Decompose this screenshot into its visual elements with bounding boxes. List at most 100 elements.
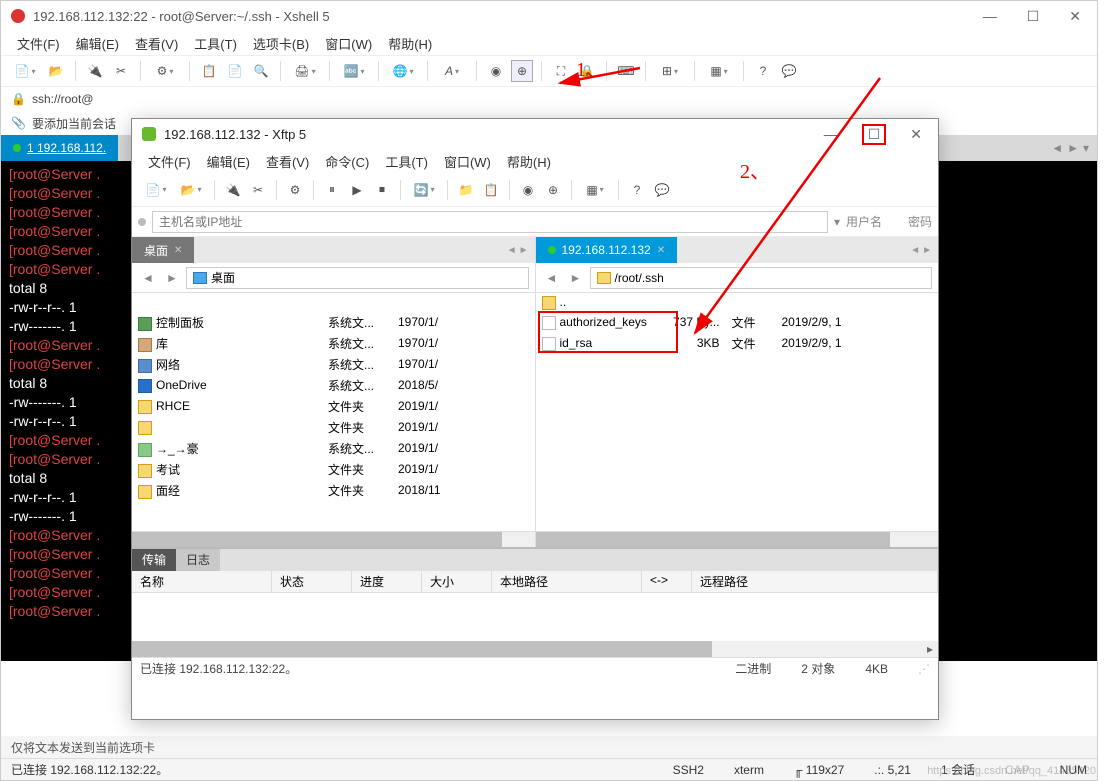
list-item[interactable]: authorized_keys737 By...文件2019/2/9, 1 <box>536 312 939 333</box>
xftp-sync-button[interactable]: 🔄 <box>408 179 440 201</box>
menu-view[interactable]: 查看(V) <box>129 32 184 55</box>
minimize-button[interactable]: — <box>977 6 1003 27</box>
host-input[interactable] <box>152 211 828 233</box>
list-item[interactable] <box>132 293 535 312</box>
host-dropdown-icon[interactable]: ▾ <box>834 215 840 229</box>
xftp-newfolder-button[interactable]: 📁 <box>455 179 477 201</box>
xftp-reconnect-button[interactable]: 🔌 <box>222 179 244 201</box>
back-button[interactable]: ◄ <box>542 268 562 288</box>
xftp-menu-window[interactable]: 窗口(W) <box>438 150 497 173</box>
list-item[interactable]: 网络系统文...1970/1/ <box>132 354 535 375</box>
menu-window[interactable]: 窗口(W) <box>319 32 378 55</box>
xftp-menu-edit[interactable]: 编辑(E) <box>201 150 256 173</box>
transfer-scrollbar[interactable]: ▸ <box>132 641 938 657</box>
new-session-button[interactable]: 📄 <box>9 60 41 82</box>
close-icon[interactable]: ✕ <box>174 245 182 256</box>
reconnect-button[interactable]: 🔌 <box>84 60 106 82</box>
tab-next-icon[interactable]: ► <box>1067 141 1079 155</box>
list-item[interactable]: .. <box>536 293 939 312</box>
xftp-minimize-button[interactable]: — <box>818 124 844 145</box>
xftp-new-button[interactable]: 📄 <box>140 179 172 201</box>
forward-button[interactable]: ► <box>162 268 182 288</box>
tab-prev-icon[interactable]: ◄ <box>507 245 517 256</box>
xftp-play-button[interactable]: ▶ <box>346 179 368 201</box>
copy-button[interactable]: 📋 <box>198 60 220 82</box>
list-item[interactable]: OneDrive系统文...2018/5/ <box>132 375 535 396</box>
help-button[interactable]: ? <box>752 60 774 82</box>
xftp-menu-view[interactable]: 查看(V) <box>260 150 315 173</box>
tunnel-button[interactable]: ⊞ <box>654 60 686 82</box>
remote-scrollbar[interactable] <box>536 531 939 547</box>
address-text[interactable]: ssh://root@ <box>32 92 94 106</box>
xftp-layout-button[interactable]: ▦ <box>579 179 611 201</box>
header-remotepath[interactable]: 远程路径 <box>692 571 938 592</box>
remote-tab-server[interactable]: 192.168.112.132 ✕ <box>536 237 678 263</box>
list-item[interactable]: id_rsa3KB文件2019/2/9, 1 <box>536 333 939 354</box>
local-path[interactable]: 桌面 <box>186 267 529 289</box>
xftp-button[interactable]: ⊕ <box>511 60 533 82</box>
session-tab[interactable]: 1 192.168.112. <box>1 135 118 161</box>
menu-help[interactable]: 帮助(H) <box>382 32 438 55</box>
xftp-chat-button[interactable]: 💬 <box>651 179 673 201</box>
layout-button[interactable]: ▦ <box>703 60 735 82</box>
xftp-disconnect-button[interactable]: ✂ <box>247 179 269 201</box>
local-scrollbar[interactable] <box>132 531 535 547</box>
header-direction[interactable]: <-> <box>642 571 692 592</box>
xftp-maximize-button[interactable]: ☐ <box>862 124 887 145</box>
encoding-button[interactable]: 🔤 <box>338 60 370 82</box>
xftp-refresh-button[interactable]: ◉ <box>517 179 539 201</box>
addlink-icon[interactable]: 📎 <box>11 116 26 130</box>
properties-button[interactable]: ⚙ <box>149 60 181 82</box>
xftp-menu-help[interactable]: 帮助(H) <box>501 150 557 173</box>
tab-prev-icon[interactable]: ◄ <box>1051 141 1063 155</box>
menu-file[interactable]: 文件(F) <box>11 32 66 55</box>
lock-button[interactable]: 🔒 <box>576 60 598 82</box>
list-item[interactable]: 库系统文...1970/1/ <box>132 333 535 354</box>
list-item[interactable]: 面经文件夹2018/11 <box>132 480 535 501</box>
print-button[interactable]: 🖨 <box>289 60 321 82</box>
fullscreen-button[interactable]: ⛶ <box>550 60 572 82</box>
find-button[interactable]: 🔍 <box>250 60 272 82</box>
xftp-copy-button[interactable]: 📋 <box>480 179 502 201</box>
font-button[interactable]: A <box>436 60 468 82</box>
xftp-stop-button[interactable]: ⏹ <box>371 179 393 201</box>
xftp-xshell-button[interactable]: ⊕ <box>542 179 564 201</box>
header-progress[interactable]: 进度 <box>352 571 422 592</box>
list-item[interactable]: 控制面板系统文...1970/1/ <box>132 312 535 333</box>
menu-edit[interactable]: 编辑(E) <box>70 32 125 55</box>
scroll-right-icon[interactable]: ▸ <box>922 641 938 657</box>
keyboard-button[interactable]: ⌨ <box>615 60 637 82</box>
xftp-help-button[interactable]: ? <box>626 179 648 201</box>
xftp-props-button[interactable]: ⚙ <box>284 179 306 201</box>
paste-button[interactable]: 📄 <box>224 60 246 82</box>
chat-button[interactable]: 💬 <box>778 60 800 82</box>
remote-path[interactable]: /root/.ssh <box>590 267 933 289</box>
disconnect-button[interactable]: ✂ <box>110 60 132 82</box>
forward-button[interactable]: ► <box>566 268 586 288</box>
menu-tools[interactable]: 工具(T) <box>188 32 243 55</box>
tab-next-icon[interactable]: ► <box>922 245 932 256</box>
remote-file-list[interactable]: ..authorized_keys737 By...文件2019/2/9, 1i… <box>536 293 939 531</box>
tab-transfer[interactable]: 传输 <box>132 549 176 571</box>
maximize-button[interactable]: ☐ <box>1021 6 1046 27</box>
tab-log[interactable]: 日志 <box>176 549 220 571</box>
local-file-list[interactable]: 控制面板系统文...1970/1/库系统文...1970/1/网络系统文...1… <box>132 293 535 531</box>
addlink-text[interactable]: 要添加当前会话 <box>32 115 116 132</box>
xftp-open-button[interactable]: 📂 <box>175 179 207 201</box>
tab-dropdown-icon[interactable]: ▾ <box>1083 141 1089 155</box>
list-item[interactable]: 文件夹2019/1/ <box>132 417 535 438</box>
xftp-menu-command[interactable]: 命令(C) <box>319 150 375 173</box>
header-name[interactable]: 名称 <box>132 571 272 592</box>
list-item[interactable]: 考试文件夹2019/1/ <box>132 459 535 480</box>
xftp-close-button[interactable]: ✕ <box>904 124 928 145</box>
list-item[interactable]: RHCE文件夹2019/1/ <box>132 396 535 417</box>
header-size[interactable]: 大小 <box>422 571 492 592</box>
close-button[interactable]: ✕ <box>1063 6 1087 27</box>
color-scheme-button[interactable]: ◉ <box>485 60 507 82</box>
list-item[interactable]: →_→豪系统文...2019/1/ <box>132 438 535 459</box>
xftp-menu-tools[interactable]: 工具(T) <box>379 150 434 173</box>
header-status[interactable]: 状态 <box>272 571 352 592</box>
open-session-button[interactable]: 📂 <box>45 60 67 82</box>
close-icon[interactable]: ✕ <box>657 245 665 256</box>
browser-button[interactable]: 🌐 <box>387 60 419 82</box>
